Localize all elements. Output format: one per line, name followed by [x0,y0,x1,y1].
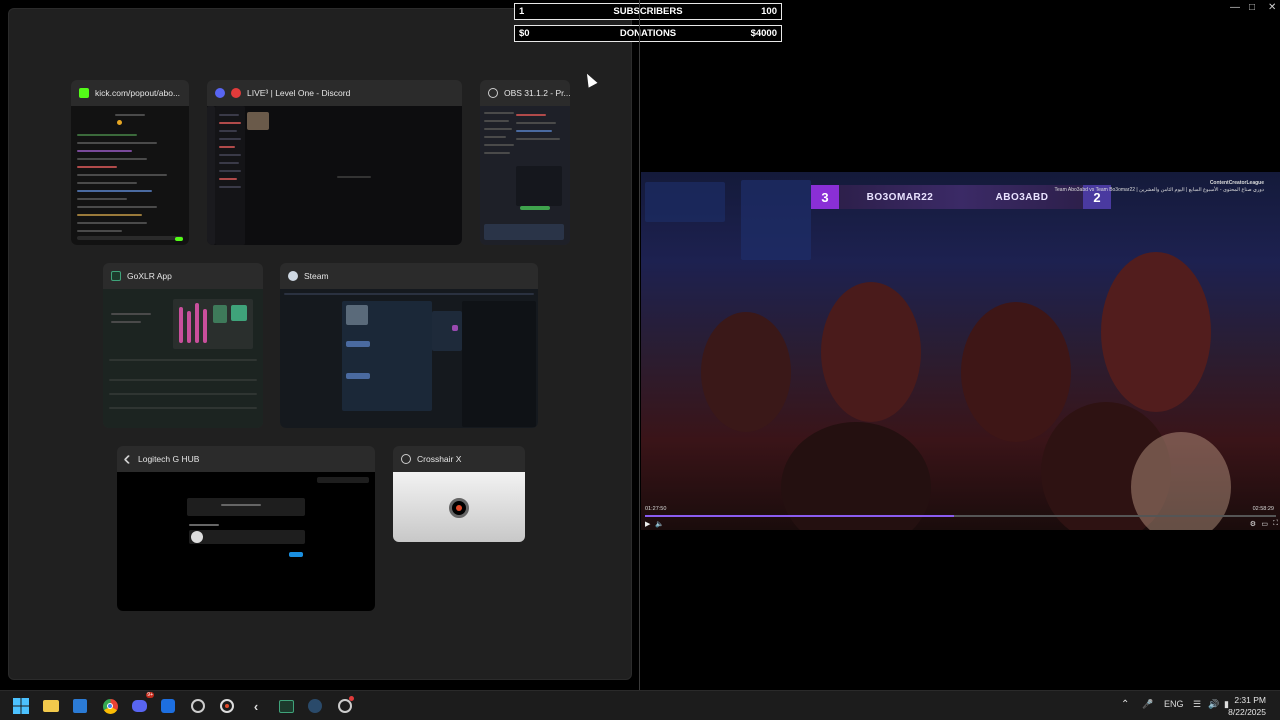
window-title: Crosshair X [417,454,462,464]
discord-badge: 9+ [146,692,154,698]
crosshair-icon [401,454,411,464]
elapsed-time: 01:27:50 [645,506,667,512]
network-icon[interactable]: ☰ [1193,699,1201,710]
taskbar: 9+ ‹ ⌃ 🎤 ENG ☰ 🔊 ▮ 2:31 PM 8/22/2025 [0,690,1280,720]
window-thumbnail-kick[interactable]: kick.com/popout/abo... [71,80,189,245]
steam-taskbar-icon[interactable] [306,697,324,715]
donations-label: DONATIONS [619,28,677,39]
subscribers-current: 1 [519,6,525,17]
goxlr-taskbar-icon[interactable] [277,697,295,715]
theater-icon[interactable]: ▭ [1261,520,1268,528]
steam-icon [288,271,298,281]
window-thumbnail-steam[interactable]: Steam [280,263,538,428]
crosshair-taskbar-icon[interactable] [218,697,236,715]
window-preview [71,106,189,245]
window-titlebar: Steam [280,263,538,289]
volume-tray-icon[interactable]: 🔊 [1208,699,1219,710]
window-preview [117,472,375,611]
live-dot-icon [231,88,241,98]
window-preview [280,289,538,428]
stream-title: Team Abo3abd vs Team Bo3omar22 | دوري صن… [1054,187,1264,193]
progress-fill [645,515,955,517]
microphone-icon[interactable]: 🎤 [1142,699,1153,710]
snap-assist-panel: kick.com/popout/abo... LIVE³ | Level One… [8,8,632,680]
score-left: 3 [811,185,839,209]
windows-start-icon[interactable] [12,697,30,715]
obs-taskbar-icon[interactable] [189,697,207,715]
window-preview [103,289,263,428]
system-clock[interactable]: 2:31 PM 8/22/2025 [1228,694,1266,718]
window-title: GoXLR App [127,271,172,281]
window-titlebar: kick.com/popout/abo... [71,80,189,106]
team-left-name: BO3OMAR22 [866,191,934,203]
language-indicator[interactable]: ENG [1164,699,1184,709]
show-hidden-icons[interactable]: ⌃ [1121,699,1129,710]
channel-name: ContentCreatorLeague [1209,180,1264,186]
snap-divider[interactable] [639,0,640,690]
goxlr-icon [111,271,121,281]
window-thumbnail-goxlr[interactable]: GoXLR App [103,263,263,428]
logitech-icon [123,454,134,464]
fullscreen-icon[interactable]: ⛶ [1273,520,1278,528]
logitech-taskbar-icon[interactable]: ‹ [247,697,265,715]
window-thumbnail-ghub[interactable]: Logitech G HUB [117,446,375,611]
minimize-icon[interactable]: — [1230,2,1240,13]
play-icon[interactable]: ▶ [645,520,650,528]
stream-info: ContentCreatorLeague Team Abo3abd vs Tea… [1055,180,1264,194]
window-thumbnail-obs[interactable]: OBS 31.1.2 - Pr... [480,80,570,245]
window-thumbnail-crosshair[interactable]: Crosshair X [393,446,525,542]
settings-icon[interactable]: ⚙ [1250,520,1256,528]
snipping-tool-icon[interactable] [159,697,177,715]
window-titlebar: OBS 31.1.2 - Pr... [480,80,570,106]
file-explorer-icon[interactable] [42,697,60,715]
window-preview [207,106,462,245]
window-titlebar: GoXLR App [103,263,263,289]
maximize-icon[interactable]: □ [1249,2,1255,13]
donations-goal: $4000 [750,28,777,39]
window-title: kick.com/popout/abo... [95,88,181,98]
window-title: OBS 31.1.2 - Pr... [504,88,570,98]
window-preview [480,106,570,245]
window-thumbnail-discord[interactable]: LIVE³ | Level One - Discord [207,80,462,245]
subscribers-goal: 100 [761,6,777,17]
subscribers-counter: 1 SUBSCRIBERS 100 [514,3,782,20]
close-icon[interactable]: ✕ [1268,2,1276,13]
discord-taskbar-icon[interactable]: 9+ [130,692,154,715]
window-preview [393,472,525,542]
kick-taskbar-icon[interactable] [336,696,354,715]
window-title: LIVE³ | Level One - Discord [247,88,351,98]
crosshair-preview-icon [449,498,469,518]
video-progress-bar[interactable] [645,515,1276,517]
chrome-icon[interactable] [101,697,119,715]
total-duration: 02:58:29 [1252,506,1274,512]
subscribers-label: SUBSCRIBERS [613,6,683,17]
store-icon[interactable] [71,697,89,715]
window-titlebar: Logitech G HUB [117,446,375,472]
donations-counter: $0 DONATIONS $4000 [514,25,782,42]
window-title: Steam [304,271,329,281]
volume-icon[interactable]: 🔈 [655,520,664,528]
video-player[interactable]: 3 BO3OMAR22 ABO3ABD 2 ContentCreatorLeag… [641,172,1280,530]
clock-date: 8/22/2025 [1228,707,1266,717]
window-titlebar: LIVE³ | Level One - Discord [207,80,462,106]
window-title: Logitech G HUB [138,454,200,464]
discord-icon [215,88,225,98]
obs-icon [488,88,498,98]
clock-time: 2:31 PM [1234,695,1266,705]
window-titlebar: Crosshair X [393,446,525,472]
kick-icon [79,88,89,98]
donations-current: $0 [519,28,530,39]
desktop: kick.com/popout/abo... LIVE³ | Level One… [0,0,1280,720]
